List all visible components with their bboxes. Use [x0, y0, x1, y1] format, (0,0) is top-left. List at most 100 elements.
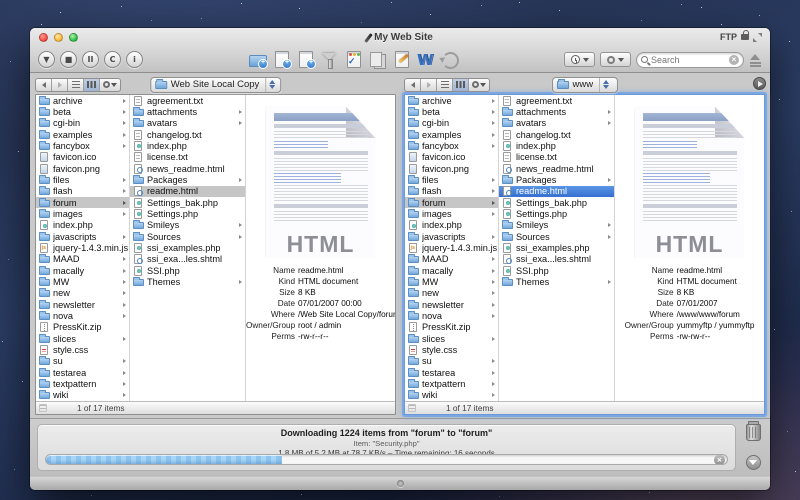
file-row-style.css[interactable]: style.css [36, 344, 129, 355]
file-row-ssi_exa...les.shtml[interactable]: ssi_exa...les.shtml [130, 254, 245, 265]
file-row-jquery-1.4.3.min.js[interactable]: jquery-1.4.3.min.js [405, 242, 498, 253]
sync-button[interactable] [439, 50, 460, 69]
file-row-PressKit.zip[interactable]: PressKit.zip [36, 322, 129, 333]
file-row-Packages[interactable]: Packages [499, 174, 614, 185]
file-row-flash[interactable]: flash [36, 186, 129, 197]
forward-button[interactable] [52, 79, 68, 91]
edit-button[interactable] [391, 50, 412, 69]
file-row-Themes[interactable]: Themes [499, 276, 614, 287]
cancel-transfer-button[interactable]: × [714, 454, 725, 465]
clear-search-icon[interactable]: × [729, 55, 739, 65]
pane-action-button[interactable] [100, 79, 120, 91]
file-row-new[interactable]: new [405, 288, 498, 299]
file-row-Settings_bak.php[interactable]: Settings_bak.php [130, 197, 245, 208]
column-view-button[interactable] [453, 79, 469, 91]
file-row-Settings.php[interactable]: Settings.php [130, 208, 245, 219]
file-row-beta[interactable]: beta [405, 106, 498, 117]
file-row-archive[interactable]: archive [405, 95, 498, 106]
file-row-cgi-bin[interactable]: cgi-bin [405, 118, 498, 129]
actions-dropdown-button[interactable] [600, 52, 631, 67]
file-row-jquery-1.4.3.min.js[interactable]: jquery-1.4.3.min.js [36, 242, 129, 253]
file-row-javascripts[interactable]: javascripts [405, 231, 498, 242]
pause-button[interactable]: II [82, 51, 99, 68]
info-button[interactable]: i [126, 51, 143, 68]
drawer-resize-grip[interactable] [397, 480, 404, 487]
file-row-examples[interactable]: examples [405, 129, 498, 140]
file-row-index.php[interactable]: index.php [499, 140, 614, 151]
file-row-avatars[interactable]: avatars [499, 118, 614, 129]
file-row-attachments[interactable]: attachments [130, 106, 245, 117]
file-row-nova[interactable]: nova [36, 310, 129, 321]
file-row-files[interactable]: files [36, 174, 129, 185]
file-row-favicon.ico[interactable]: favicon.ico [36, 152, 129, 163]
history-dropdown-button[interactable] [564, 52, 595, 67]
titlebar[interactable]: My Web Site FTP [30, 28, 770, 47]
file-row-textpattern[interactable]: textpattern [405, 378, 498, 389]
file-row-Smileys[interactable]: Smileys [499, 220, 614, 231]
list-view-button[interactable] [437, 79, 453, 91]
file-row-ssi_examples.php[interactable]: ssi_examples.php [130, 242, 245, 253]
queue-button[interactable] [343, 50, 364, 69]
column-view-button[interactable] [84, 79, 100, 91]
file-row-MAAD[interactable]: MAAD [405, 254, 498, 265]
show-queue-button[interactable] [746, 455, 761, 470]
file-row-changelog.txt[interactable]: changelog.txt [499, 129, 614, 140]
file-row-fancybox[interactable]: fancybox [405, 140, 498, 151]
file-row-Settings_bak.php[interactable]: Settings_bak.php [499, 197, 614, 208]
refresh-button[interactable]: C [104, 51, 121, 68]
file-row-readme.html[interactable]: readme.html [499, 186, 614, 197]
file-row-wiki[interactable]: wiki [405, 390, 498, 401]
file-row-Themes[interactable]: Themes [130, 276, 245, 287]
file-row-license.txt[interactable]: license.txt [130, 152, 245, 163]
file-row-newsletter[interactable]: newsletter [36, 299, 129, 310]
file-row-Packages[interactable]: Packages [130, 174, 245, 185]
fullscreen-icon[interactable] [753, 33, 762, 42]
file-row-index.php[interactable]: index.php [36, 220, 129, 231]
start-transfer-button[interactable] [753, 77, 766, 90]
file-row-MW[interactable]: MW [36, 276, 129, 287]
file-row-Smileys[interactable]: Smileys [130, 220, 245, 231]
file-row-forum[interactable]: forum [405, 197, 498, 208]
start-button[interactable]: ▼ [38, 51, 55, 68]
minimize-button[interactable] [54, 33, 63, 42]
file-row-SSI.php[interactable]: SSI.php [130, 265, 245, 276]
back-button[interactable] [36, 79, 52, 91]
stop-button[interactable]: ■ [60, 51, 77, 68]
file-row-MW[interactable]: MW [405, 276, 498, 287]
new-file-button[interactable] [271, 50, 292, 69]
file-row-nova[interactable]: nova [405, 310, 498, 321]
file-row-favicon.ico[interactable]: favicon.ico [405, 152, 498, 163]
web-button[interactable] [415, 50, 436, 69]
file-row-news_readme.html[interactable]: news_readme.html [130, 163, 245, 174]
file-row-avatars[interactable]: avatars [130, 118, 245, 129]
file-row-favicon.png[interactable]: favicon.png [36, 163, 129, 174]
file-row-attachments[interactable]: attachments [499, 106, 614, 117]
pane-action-button[interactable] [469, 79, 489, 91]
compare-button[interactable] [367, 50, 388, 69]
file-row-examples[interactable]: examples [36, 129, 129, 140]
file-row-index.php[interactable]: index.php [405, 220, 498, 231]
file-row-newsletter[interactable]: newsletter [405, 299, 498, 310]
search-field[interactable]: × [636, 52, 744, 68]
file-row-files[interactable]: files [405, 174, 498, 185]
column-resize-grip[interactable] [408, 404, 416, 412]
file-row-index.php[interactable]: index.php [130, 140, 245, 151]
search-input[interactable] [651, 55, 726, 65]
file-row-archive[interactable]: archive [36, 95, 129, 106]
file-row-ssi_examples.php[interactable]: ssi_examples.php [499, 242, 614, 253]
trash-icon[interactable] [746, 424, 761, 441]
forward-button[interactable] [421, 79, 437, 91]
list-view-button[interactable] [68, 79, 84, 91]
file-row-su[interactable]: su [405, 356, 498, 367]
column-resize-grip[interactable] [39, 404, 47, 412]
file-row-macally[interactable]: macally [405, 265, 498, 276]
file-row-readme.html[interactable]: readme.html [130, 186, 245, 197]
file-row-testarea[interactable]: testarea [405, 367, 498, 378]
file-row-beta[interactable]: beta [36, 106, 129, 117]
file-row-forum[interactable]: forum [36, 197, 129, 208]
file-row-macally[interactable]: macally [36, 265, 129, 276]
back-button[interactable] [405, 79, 421, 91]
remote-path-dropdown[interactable]: www [552, 77, 618, 93]
file-row-images[interactable]: images [405, 208, 498, 219]
file-row-style.css[interactable]: style.css [405, 344, 498, 355]
